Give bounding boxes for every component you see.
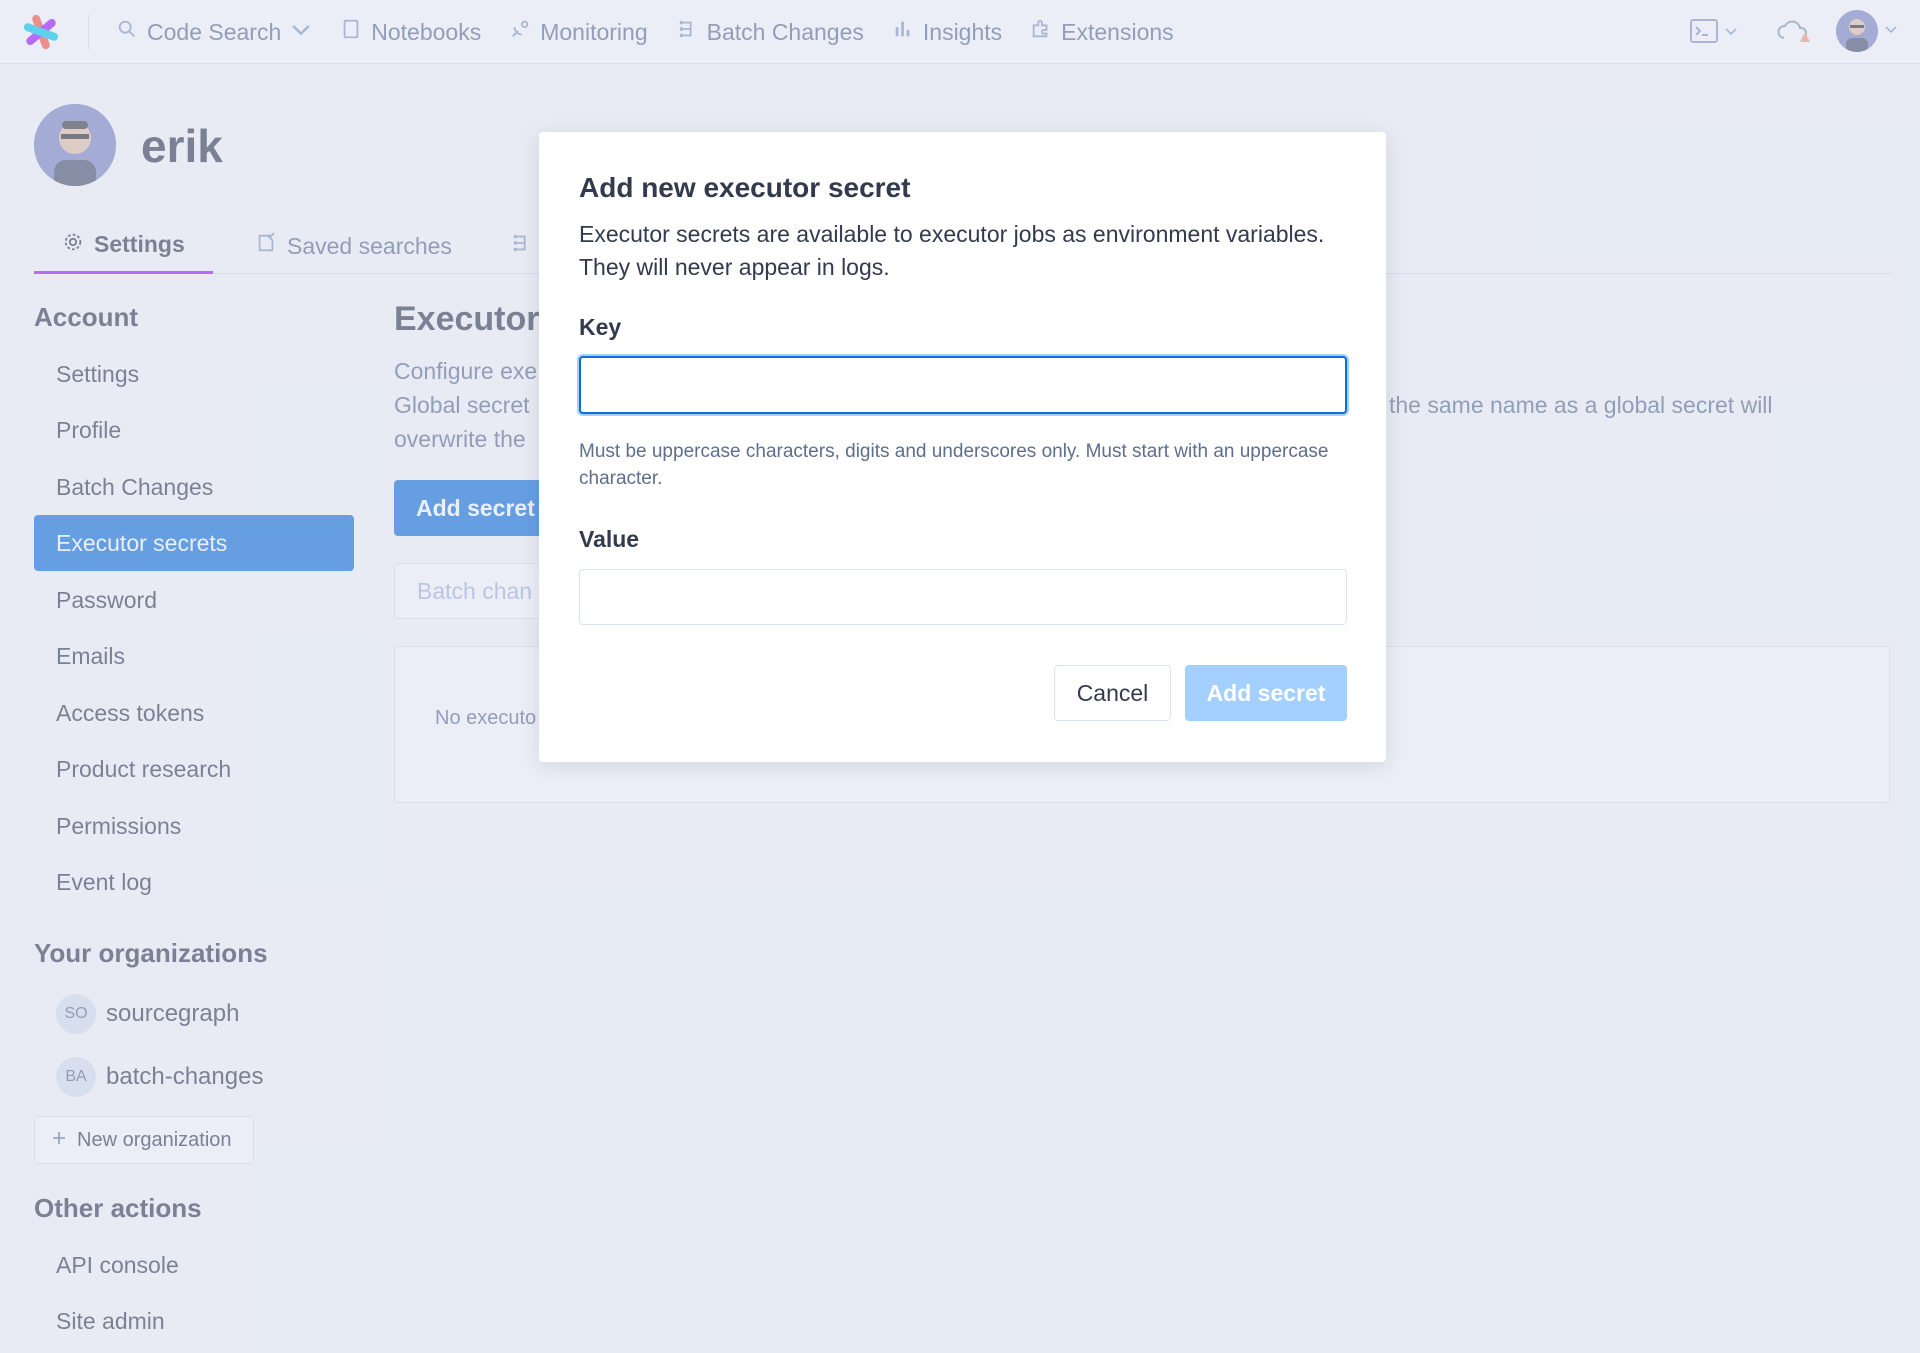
key-help-text: Must be uppercase characters, digits and… — [579, 441, 1329, 489]
value-label: Value — [579, 526, 640, 552]
value-input[interactable] — [579, 569, 1347, 625]
key-label: Key — [579, 314, 622, 340]
add-secret-dialog: Add new executor secret Executor secrets… — [539, 132, 1386, 762]
dialog-description: Executor secrets are available to execut… — [579, 221, 1325, 280]
submit-add-secret-button[interactable]: Add secret — [1185, 665, 1347, 721]
cancel-button[interactable]: Cancel — [1054, 665, 1171, 721]
dialog-title: Add new executor secret — [579, 172, 911, 203]
key-input[interactable] — [579, 356, 1347, 414]
